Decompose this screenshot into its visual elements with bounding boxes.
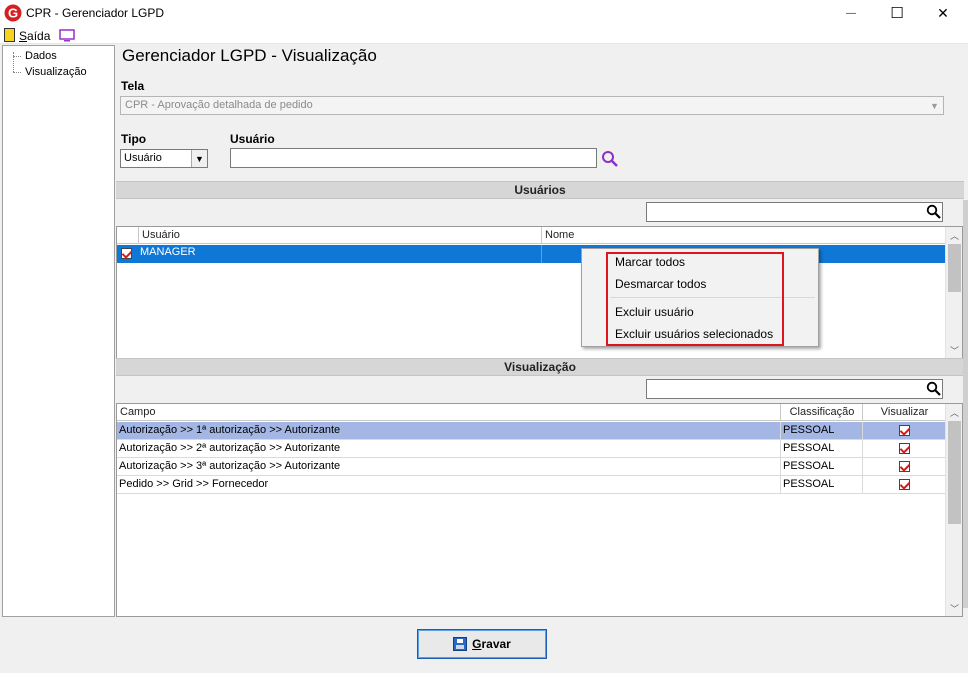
svg-text:G: G xyxy=(8,6,18,21)
window-title: CPR - Gerenciador LGPD xyxy=(26,6,165,20)
exit-menu-item[interactable]: Saída xyxy=(19,29,50,43)
minimize-button[interactable]: — xyxy=(828,0,874,26)
checkbox-checked-icon[interactable] xyxy=(899,443,910,454)
chevron-down-icon: ▼ xyxy=(191,150,207,167)
close-icon: ✕ xyxy=(937,4,949,21)
chevron-up-icon[interactable]: ︿ xyxy=(946,227,962,243)
view-column-visualizar[interactable]: Visualizar xyxy=(862,404,946,421)
view-cell-classificacao: PESSOAL xyxy=(780,422,863,440)
users-grid-check-header xyxy=(117,227,138,244)
tipo-select-value: Usuário xyxy=(124,152,162,164)
search-icon[interactable] xyxy=(926,204,942,220)
view-cell-campo: Autorização >> 2ª autorização >> Autoriz… xyxy=(117,440,781,458)
user-cell-usuario: MANAGER xyxy=(140,246,196,258)
checkbox-checked-icon[interactable] xyxy=(899,479,910,490)
checkbox-checked-icon[interactable] xyxy=(899,461,910,472)
view-column-campo[interactable]: Campo xyxy=(117,404,781,421)
users-column-usuario[interactable]: Usuário xyxy=(138,227,542,244)
close-button[interactable]: ✕ xyxy=(920,0,966,26)
view-search-input[interactable] xyxy=(646,379,943,399)
chevron-up-icon[interactable]: ︿ xyxy=(946,404,962,420)
usuario-label: Usuário xyxy=(230,132,275,146)
tree-item-dados[interactable]: Dados xyxy=(25,50,57,62)
minimize-icon: — xyxy=(846,7,856,19)
tree-connector xyxy=(13,56,21,57)
view-cell-classificacao: PESSOAL xyxy=(780,440,863,458)
view-scrollbar[interactable]: ︿ ﹀ xyxy=(945,404,962,616)
users-scrollbar[interactable]: ︿ ﹀ xyxy=(945,227,962,358)
save-button[interactable]: Gravar xyxy=(417,629,547,659)
outer-scrollbar-edge xyxy=(963,200,968,608)
maximize-icon: ☐ xyxy=(890,5,904,22)
users-column-nome[interactable]: Nome xyxy=(541,227,946,244)
row-checkbox[interactable] xyxy=(121,248,132,262)
tela-label: Tela xyxy=(121,79,145,93)
page-title: Gerenciador LGPD - Visualização xyxy=(122,46,377,65)
tree-item-visualizacao[interactable]: Visualização xyxy=(25,66,87,78)
tipo-label: Tipo xyxy=(121,132,147,146)
users-grid: Usuário Nome MANAGER ︿ ﹀ xyxy=(116,226,963,359)
save-button-label: Gravar xyxy=(472,637,511,651)
scroll-thumb[interactable] xyxy=(948,421,961,524)
chevron-down-icon[interactable]: ﹀ xyxy=(946,600,962,616)
view-cell-classificacao: PESSOAL xyxy=(780,458,863,476)
scroll-thumb[interactable] xyxy=(948,244,961,292)
annotation-highlight-box xyxy=(606,252,784,346)
view-cell-campo: Autorização >> 3ª autorização >> Autoriz… xyxy=(117,458,781,476)
view-cell-visualizar[interactable] xyxy=(862,458,946,476)
view-cell-visualizar[interactable] xyxy=(862,476,946,494)
floppy-disk-icon xyxy=(453,637,468,651)
tela-select-value: CPR - Aprovação detalhada de pedido xyxy=(125,99,313,111)
tipo-select[interactable]: Usuário ▼ xyxy=(120,149,208,168)
usuario-input[interactable] xyxy=(230,148,597,168)
view-grid: Campo Classificação Visualizar Autorizaç… xyxy=(116,403,963,617)
chevron-down-icon[interactable]: ﹀ xyxy=(946,342,962,358)
table-row[interactable]: MANAGER xyxy=(117,245,946,263)
view-section-header: Visualização xyxy=(116,358,964,376)
users-section-header: Usuários xyxy=(116,181,964,199)
view-cell-classificacao: PESSOAL xyxy=(780,476,863,494)
users-search-input[interactable] xyxy=(646,202,943,222)
search-icon[interactable] xyxy=(926,381,942,397)
app-logo-icon: G xyxy=(4,4,22,22)
view-cell-visualizar[interactable] xyxy=(862,422,946,440)
tela-select[interactable]: CPR - Aprovação detalhada de pedido ▼ xyxy=(120,96,944,115)
view-column-classificacao[interactable]: Classificação xyxy=(780,404,863,421)
checkbox-checked-icon[interactable] xyxy=(899,425,910,436)
navigation-tree: Dados Visualização xyxy=(2,45,115,617)
search-icon[interactable] xyxy=(601,150,619,168)
view-cell-campo: Autorização >> 1ª autorização >> Autoriz… xyxy=(117,422,781,440)
exit-door-icon[interactable] xyxy=(4,28,15,42)
tree-connector xyxy=(13,52,14,72)
view-cell-campo: Pedido >> Grid >> Fornecedor xyxy=(117,476,781,494)
tree-connector xyxy=(13,72,21,73)
chevron-down-icon: ▼ xyxy=(930,100,939,111)
column-divider xyxy=(541,245,542,263)
checkbox-checked-icon xyxy=(121,248,132,259)
monitor-icon[interactable] xyxy=(59,29,75,43)
menu-bar xyxy=(0,26,968,44)
view-cell-visualizar[interactable] xyxy=(862,440,946,458)
maximize-button[interactable]: ☐ xyxy=(874,0,920,26)
